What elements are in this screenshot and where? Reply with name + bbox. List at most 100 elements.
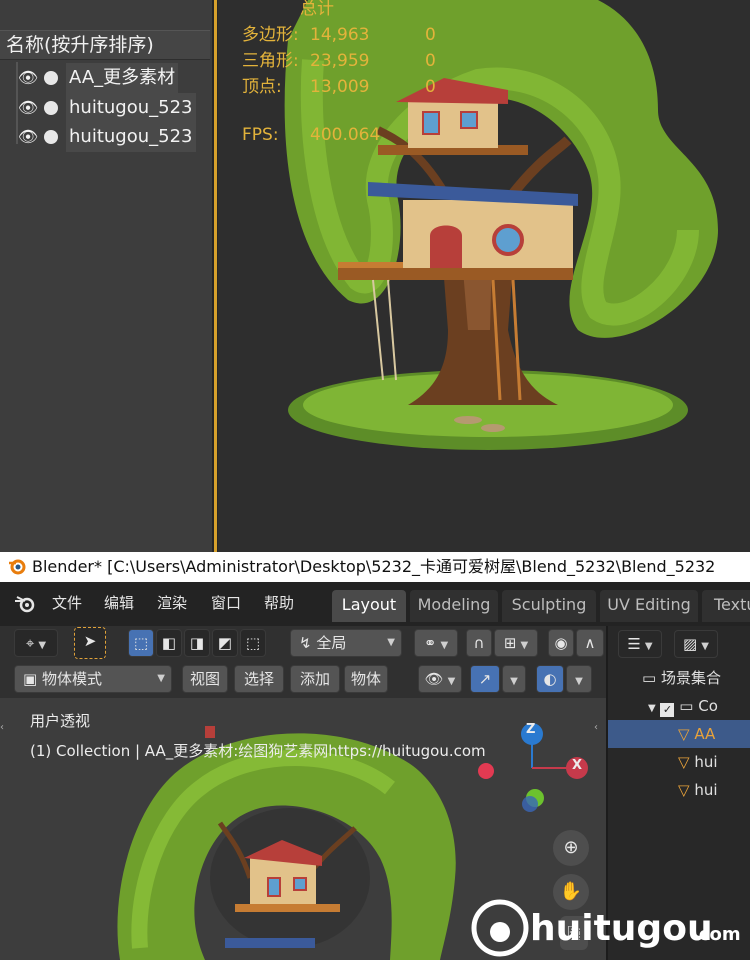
toolbar-expand-icon[interactable]: ‹ [0,722,10,738]
gizmo-z-label[interactable]: Z [526,722,535,737]
chevron-down-icon: ▼ [157,673,165,684]
menu-window[interactable]: 窗口 [211,582,241,626]
outliner-row-selected[interactable]: ▽ AA [608,720,750,748]
outliner-row[interactable]: ▽ hui [608,748,750,776]
blender-menu-icon[interactable] [14,594,36,614]
chevron-down-icon: ▼ [38,640,47,651]
stats-value: 23,959 [310,51,370,71]
tab-texture[interactable]: Textu [702,590,750,622]
zoomed-outliner: 名称(按升序排序) 👁 AA_更多素材 👁 huitugou_523 👁 huitug… [0,0,212,552]
filter-dropdown[interactable]: ▨ ▼ [674,630,718,658]
overlay-dropdown[interactable]: ▼ [566,665,592,693]
stats-label: 三角形: [242,51,299,71]
select-invert-button[interactable]: ◩ [212,629,238,657]
box-select-icon: ⬚ [133,634,149,652]
panel-divider[interactable] [214,0,217,552]
proportional-dot-icon: ◉ [554,634,568,652]
render-dot-icon[interactable] [44,130,58,144]
menu-select[interactable]: 选择 [234,665,284,693]
mode-dropdown[interactable]: ▣ 物体模式 ▼ [14,665,172,693]
menu-help[interactable]: 帮助 [264,582,294,626]
transform-pivot-button[interactable]: ⌖ ▼ [14,629,58,657]
zoom-icon[interactable]: ⊕ [553,830,589,866]
eye-icon[interactable]: 👁 [16,93,40,123]
box-extend-icon: ◧ [161,634,177,652]
menu-render[interactable]: 渲染 [157,582,187,626]
expand-arrow-icon: ▼ [648,703,656,714]
gizmo-x-label[interactable]: X [572,758,582,773]
collection-row[interactable]: ▼ ✓ ▭ Co [608,692,750,720]
watermark: huitugou .com [470,896,750,960]
stats-row-vertices: 顶点: 13,009 0 [242,72,436,97]
box-intersect-icon: ⬚ [245,634,261,652]
select-intersect-button[interactable]: ⬚ [240,629,266,657]
pivot-point-dropdown[interactable]: ⚭ ▼ [414,629,458,657]
falloff-dropdown[interactable]: ∧ [576,629,604,657]
tab-layout[interactable]: Layout [332,590,406,622]
gizmo-icon: ↗ [478,670,492,688]
snap-toggle[interactable]: ∩ [466,629,492,657]
stats-header: 总计 [300,0,334,19]
outliner-row[interactable]: 👁 AA_更多素材 [16,63,212,93]
tool-header: ⌖ ▼ ➤ ⬚ ◧ ◨ ◩ ⬚ ↯ 全局 ▼ ⚭ ▼ ∩ ⊞ ▼ ◉ ∧ [0,626,606,660]
render-dot-icon[interactable] [44,101,58,115]
falloff-curve-icon: ∧ [584,634,596,652]
visibility-dropdown[interactable]: 👁 ▼ [418,665,462,693]
proportional-edit-toggle[interactable]: ◉ [548,629,574,657]
transform-orientation-dropdown[interactable]: ↯ 全局 ▼ [290,629,402,657]
box-subtract-icon: ◨ [189,634,205,652]
tab-uv-editing[interactable]: UV Editing [600,590,698,622]
object-label: hui [694,781,718,799]
chevron-down-icon: ▼ [644,641,653,652]
magnet-icon: ∩ [473,634,485,652]
eye-icon: 👁 [424,670,444,688]
gizmo-dropdown[interactable]: ▼ [502,665,526,693]
pivot-icon: ⌖ [25,634,35,652]
object-label: AA [694,725,716,743]
stats-label: 顶点: [242,77,282,97]
display-mode-dropdown[interactable]: ☰ ▼ [618,630,662,658]
cursor-arrow-icon: ➤ [83,632,97,650]
gizmo-toggle[interactable]: ↗ [470,665,500,693]
menu-object[interactable]: 物体 [344,665,388,693]
menu-add[interactable]: 添加 [290,665,340,693]
object-mode-icon: ▣ [23,670,38,688]
select-new-button[interactable]: ⬚ [128,629,154,657]
zoomed-viewport-section: 名称(按升序排序) 👁 AA_更多素材 👁 huitugou_523 👁 huitug… [0,0,750,552]
menu-edit[interactable]: 编辑 [104,582,134,626]
object-label: hui [694,753,718,771]
window-title: Blender* [C:\Users\Administrator\Desktop… [32,557,716,576]
eye-icon[interactable]: 👁 [16,122,40,152]
collection-box-icon: ▭ [642,669,657,687]
select-tool-button[interactable]: ➤ [74,627,106,659]
menu-view[interactable]: 视图 [182,665,228,693]
outliner-row[interactable]: ▽ hui [608,776,750,804]
select-extend-button[interactable]: ◧ [156,629,182,657]
overlay-toggle[interactable]: ◐ [536,665,564,693]
outliner-row[interactable]: 👁 huitugou_523 [16,93,212,123]
tab-sculpting[interactable]: Sculpting [502,590,596,622]
scene-collection-label: 场景集合 [660,669,721,687]
tab-modeling[interactable]: Modeling [410,590,498,622]
collection-info: (1) Collection | AA_更多素材:绘图狗艺素网https://h… [30,742,486,760]
sidebar-expand-icon[interactable]: ‹ [594,722,604,738]
outliner-row-label: huitugou_523 [66,93,196,123]
checkbox-icon[interactable]: ✓ [660,703,675,717]
mesh-triangle-icon: ▽ [678,753,690,771]
menu-file[interactable]: 文件 [52,582,82,626]
render-dot-icon[interactable] [44,71,58,85]
snap-grid-icon: ⊞ [503,634,517,652]
scene-collection-row[interactable]: ▭ 场景集合 [608,664,750,692]
stats-value: 13,009 [310,77,370,97]
snap-target-dropdown[interactable]: ⊞ ▼ [494,629,538,657]
outliner-sort-header[interactable]: 名称(按升序排序) [0,30,210,60]
select-subtract-button[interactable]: ◨ [184,629,210,657]
outliner-row[interactable]: 👁 huitugou_523 [16,122,212,152]
eye-icon[interactable]: 👁 [16,63,40,93]
stats-value: 400.064 [310,125,381,145]
stats-value: 14,963 [310,25,370,45]
stats-selected: 0 [425,77,436,97]
window-title-bar: Blender* [C:\Users\Administrator\Desktop… [0,552,750,582]
image-icon: ▨ [683,635,698,653]
overlay-icon: ◐ [543,670,557,688]
